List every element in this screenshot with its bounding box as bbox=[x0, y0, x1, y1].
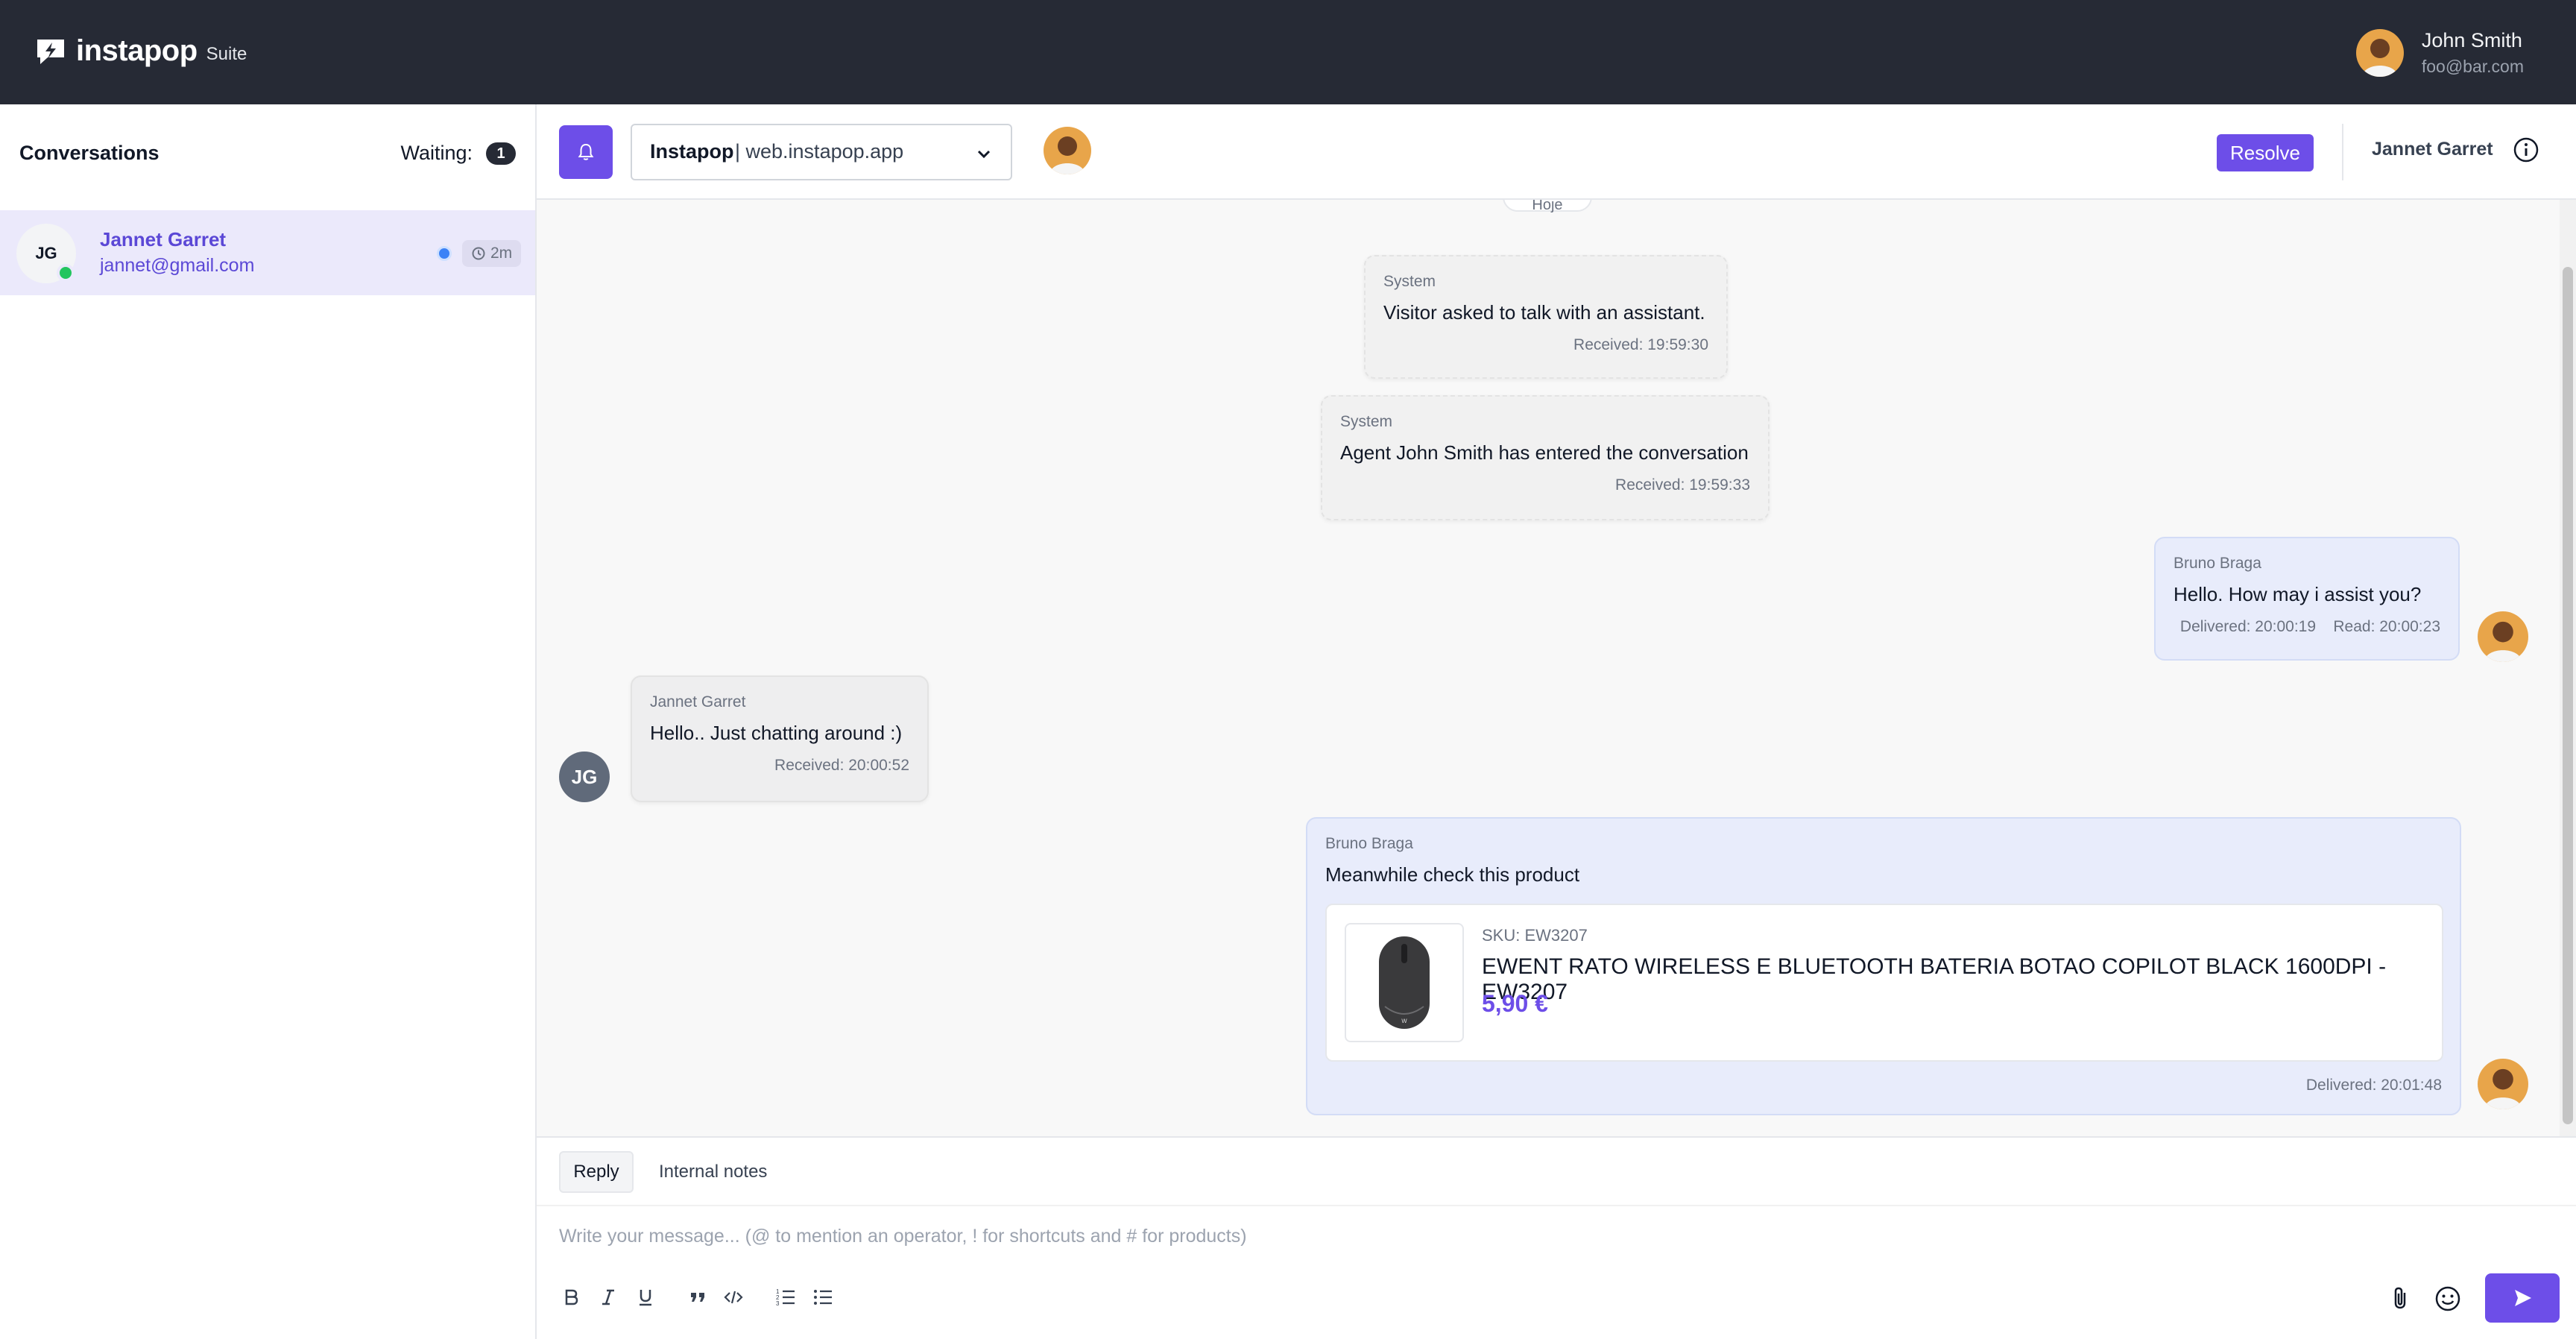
agent-avatar bbox=[2478, 1059, 2528, 1109]
clock-icon bbox=[472, 247, 485, 260]
underline-icon bbox=[640, 1290, 651, 1306]
system-message: System Visitor asked to talk with an ass… bbox=[1364, 255, 1728, 379]
top-bar: instapop Suite John Smith foo@bar.com bbox=[0, 0, 2576, 104]
product-sku: SKU: EW3207 bbox=[1482, 926, 1588, 945]
code-button[interactable] bbox=[720, 1284, 747, 1311]
logo-name: instapop bbox=[76, 34, 198, 67]
site-brand: Instapop bbox=[650, 140, 734, 163]
agent-message: Bruno Braga Hello. How may i assist you?… bbox=[2154, 537, 2460, 661]
conversation-email: jannet@gmail.com bbox=[100, 255, 255, 276]
bold-button[interactable] bbox=[558, 1284, 584, 1311]
message-sender: System bbox=[1340, 413, 1393, 430]
waiting-indicator[interactable]: Waiting: 1 bbox=[400, 142, 516, 165]
unread-dot bbox=[437, 246, 452, 261]
message-meta: Delivered: 20:01:48 bbox=[2305, 1077, 2442, 1094]
resolve-button[interactable]: Resolve bbox=[2217, 134, 2314, 171]
svg-text:3: 3 bbox=[776, 1300, 780, 1307]
visitor-avatar: JG bbox=[559, 752, 610, 802]
bullet-list-icon bbox=[814, 1290, 832, 1305]
message-meta: Received: 19:59:33 bbox=[1615, 476, 1750, 494]
tab-reply[interactable]: Reply bbox=[559, 1151, 634, 1193]
message-input[interactable]: Write your message... (@ to mention an o… bbox=[559, 1226, 1247, 1247]
chevron-down-icon bbox=[977, 150, 991, 159]
message-sender: Bruno Braga bbox=[2174, 555, 2261, 572]
wait-time: 2m bbox=[490, 245, 513, 262]
waiting-label: Waiting: bbox=[400, 142, 473, 164]
message-text: Hello. How may i assist you? bbox=[2174, 583, 2422, 605]
attachment-icon[interactable] bbox=[2385, 1284, 2415, 1314]
site-selector[interactable]: Instapop | web.instapop.app bbox=[631, 124, 1012, 180]
code-icon bbox=[724, 1291, 743, 1304]
product-card[interactable]: w SKU: EW3207 EWENT RATO WIRELESS E BLUE… bbox=[1325, 904, 2443, 1062]
conversations-sidebar: Conversations Waiting: 1 JG Jannet Garre… bbox=[0, 104, 537, 1339]
ordered-list-button[interactable]: 1 2 3 bbox=[772, 1284, 799, 1311]
message-text: Meanwhile check this product bbox=[1325, 863, 1580, 886]
message-list[interactable]: Hoje System Visitor asked to talk with a… bbox=[537, 200, 2576, 1136]
underline-button[interactable] bbox=[632, 1284, 659, 1311]
user-avatar[interactable] bbox=[2355, 29, 2404, 77]
product-price: 5,90 € bbox=[1482, 990, 1548, 1017]
composer-divider bbox=[537, 1205, 2576, 1206]
online-status-dot bbox=[57, 264, 75, 282]
message-meta: Received: 19:59:30 bbox=[1573, 336, 1708, 353]
emoji-icon[interactable] bbox=[2433, 1284, 2463, 1314]
wait-time-badge: 2m bbox=[462, 240, 522, 267]
conversation-item[interactable]: JG Jannet Garret jannet@gmail.com 2m bbox=[0, 210, 535, 295]
sidebar-header: Conversations Waiting: 1 bbox=[0, 104, 535, 210]
scrollbar-thumb[interactable] bbox=[2563, 267, 2573, 1124]
logo-icon bbox=[37, 39, 64, 64]
agent-avatar bbox=[2478, 611, 2528, 662]
assigned-agent-avatar[interactable] bbox=[1044, 127, 1091, 174]
message-text: Hello.. Just chatting around :) bbox=[650, 722, 903, 744]
conversations-title: Conversations bbox=[19, 142, 160, 164]
message-sender: Bruno Braga bbox=[1325, 835, 1413, 852]
italic-icon bbox=[602, 1289, 614, 1305]
bullet-list-button[interactable] bbox=[809, 1284, 836, 1311]
product-title: EWENT RATO WIRELESS E BLUETOOTH BATERIA … bbox=[1482, 954, 2387, 1004]
header-divider bbox=[2342, 124, 2343, 180]
site-domain: | web.instapop.app bbox=[735, 140, 904, 163]
agent-product-message: Bruno Braga Meanwhile check this product… bbox=[1306, 817, 2461, 1115]
italic-button[interactable] bbox=[595, 1284, 622, 1311]
ordered-list-icon: 1 2 3 bbox=[776, 1288, 795, 1307]
waiting-count-badge: 1 bbox=[486, 142, 516, 165]
date-separator: Hoje bbox=[1503, 200, 1592, 213]
bell-icon bbox=[578, 143, 594, 160]
message-sender: System bbox=[1383, 273, 1436, 290]
tab-internal-notes[interactable]: Internal notes bbox=[659, 1151, 767, 1193]
send-icon bbox=[2515, 1290, 2531, 1306]
svg-text:w: w bbox=[1401, 1017, 1407, 1025]
app-logo[interactable]: instapop Suite bbox=[34, 34, 247, 68]
message-text: Visitor asked to talk with an assistant. bbox=[1383, 301, 1705, 324]
notifications-button[interactable] bbox=[559, 125, 613, 179]
message-composer: Reply Internal notes Write your message.… bbox=[537, 1136, 2576, 1339]
system-message: System Agent John Smith has entered the … bbox=[1321, 395, 1770, 520]
product-image: w bbox=[1345, 923, 1464, 1042]
message-text: Agent John Smith has entered the convers… bbox=[1340, 441, 1749, 464]
visitor-message: Jannet Garret Hello.. Just chatting arou… bbox=[631, 675, 929, 802]
logo-suite: Suite bbox=[206, 43, 247, 64]
bold-icon bbox=[565, 1289, 578, 1305]
chat-header: Instapop | web.instapop.app Resolve Jann… bbox=[537, 104, 2576, 200]
conversation-name: Jannet Garret bbox=[100, 228, 227, 251]
info-icon[interactable] bbox=[2512, 136, 2540, 164]
message-sender: Jannet Garret bbox=[650, 693, 746, 711]
quote-icon bbox=[691, 1293, 704, 1302]
send-button[interactable] bbox=[2485, 1273, 2560, 1323]
contact-name: Jannet Garret bbox=[2372, 139, 2493, 160]
user-name: John Smith bbox=[2421, 29, 2522, 51]
message-meta: Delivered: 20:00:19 Read: 20:00:23 bbox=[2179, 618, 2440, 635]
user-menu[interactable]: John Smith foo@bar.com bbox=[2355, 27, 2524, 79]
message-meta: Received: 20:00:52 bbox=[774, 757, 909, 774]
user-email: foo@bar.com bbox=[2421, 57, 2524, 76]
quote-button[interactable] bbox=[684, 1284, 711, 1311]
message-scrollbar[interactable] bbox=[2560, 200, 2576, 1136]
